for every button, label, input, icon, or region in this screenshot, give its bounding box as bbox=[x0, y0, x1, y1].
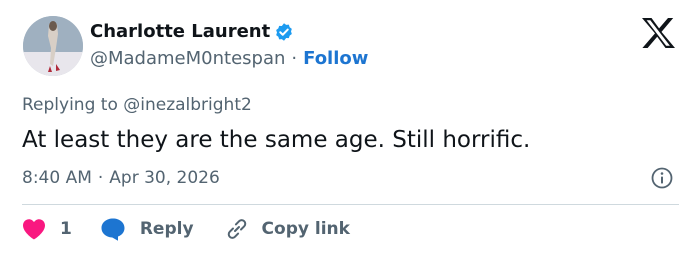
follow-button[interactable]: Follow bbox=[303, 47, 368, 71]
tweet-text: At least they are the same age. Still ho… bbox=[22, 127, 531, 153]
author-handle-row: @MadameM0ntespan · Follow bbox=[90, 47, 368, 71]
avatar-photo bbox=[23, 16, 83, 76]
tweet-meta: 8:40 AM · Apr 30, 2026 bbox=[22, 166, 220, 190]
author-name[interactable]: Charlotte Laurent bbox=[90, 20, 270, 44]
author-name-row: Charlotte Laurent bbox=[90, 20, 294, 44]
action-bar: 1 Reply Copy link bbox=[22, 214, 350, 244]
copy-link-label: Copy link bbox=[261, 219, 350, 239]
author-handle[interactable]: @MadameM0ntespan bbox=[90, 47, 285, 71]
reply-button[interactable]: Reply bbox=[100, 217, 194, 241]
author-avatar[interactable] bbox=[23, 16, 83, 76]
reply-label: Reply bbox=[139, 219, 194, 239]
speech-bubble-icon bbox=[101, 218, 125, 241]
tweet-card: Charlotte Laurent @MadameM0ntespan · Fol… bbox=[0, 0, 700, 256]
verified-badge-icon bbox=[276, 23, 293, 41]
copy-link-button[interactable]: Copy link bbox=[224, 216, 350, 242]
tweet-time[interactable]: 8:40 AM bbox=[22, 166, 92, 190]
meta-separator: · bbox=[97, 168, 104, 188]
divider bbox=[22, 204, 679, 205]
replying-to: Replying to @inezalbright2 bbox=[22, 95, 252, 115]
handle-separator: · bbox=[291, 48, 298, 69]
tweet-date[interactable]: Apr 30, 2026 bbox=[109, 166, 220, 190]
like-button[interactable]: 1 bbox=[22, 218, 72, 240]
x-logo-icon[interactable] bbox=[641, 18, 675, 48]
like-count: 1 bbox=[60, 219, 72, 239]
info-icon[interactable] bbox=[650, 166, 674, 190]
link-icon bbox=[227, 219, 246, 239]
heart-icon bbox=[23, 219, 45, 240]
